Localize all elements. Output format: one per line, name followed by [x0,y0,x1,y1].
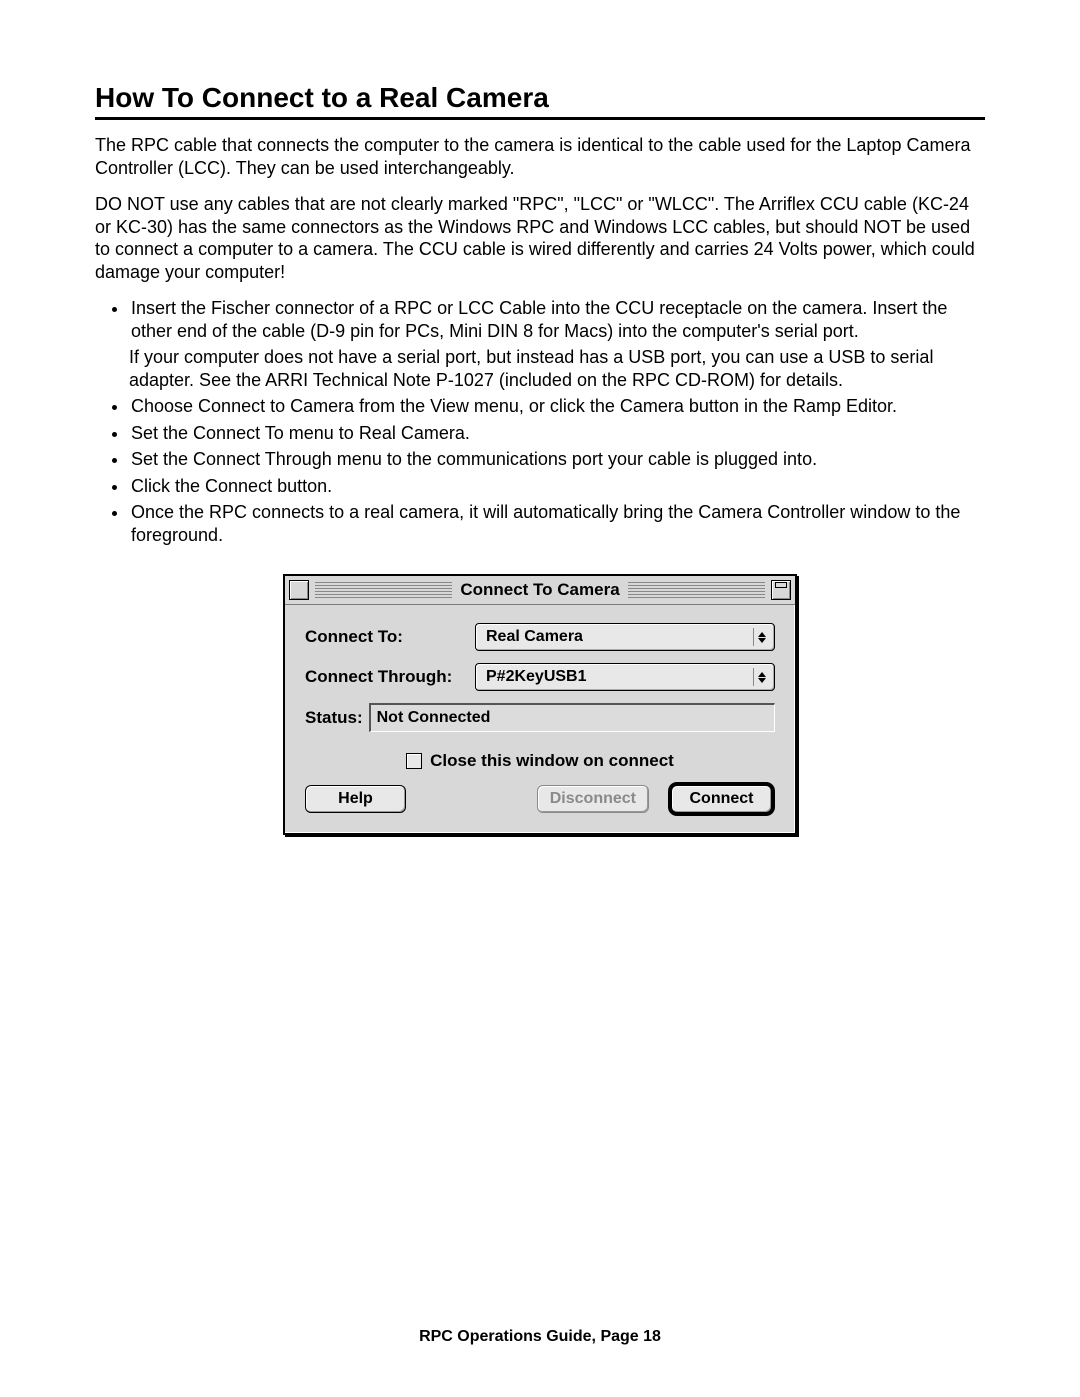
intro-paragraph-1: The RPC cable that connects the computer… [95,134,985,179]
connect-through-label: Connect Through: [305,666,475,687]
connect-to-label: Connect To: [305,626,475,647]
list-item: If your computer does not have a serial … [113,346,985,391]
list-item: Set the Connect Through menu to the comm… [129,448,985,471]
list-item: Once the RPC connects to a real camera, … [129,501,985,546]
connect-through-popup[interactable]: P#2KeyUSB1 [475,663,775,691]
instruction-list: Insert the Fischer connector of a RPC or… [95,297,985,546]
updown-icon [753,628,770,646]
disconnect-button: Disconnect [537,785,649,813]
help-button[interactable]: Help [305,785,406,813]
close-icon[interactable] [289,580,309,600]
close-on-connect-label: Close this window on connect [430,750,674,771]
connect-button[interactable]: Connect [671,785,772,813]
page-footer: RPC Operations Guide, Page 18 [0,1327,1080,1347]
list-item: Choose Connect to Camera from the View m… [129,395,985,418]
updown-icon [753,668,770,686]
intro-paragraph-2: DO NOT use any cables that are not clear… [95,193,985,283]
connect-to-popup[interactable]: Real Camera [475,623,775,651]
list-item: Set the Connect To menu to Real Camera. [129,422,985,445]
titlebar-stripes: Connect To Camera [315,582,765,598]
dialog-title: Connect To Camera [452,579,627,600]
page-title: How To Connect to a Real Camera [95,80,985,120]
connect-through-value: P#2KeyUSB1 [486,667,587,687]
status-field: Not Connected [369,703,775,732]
connect-to-camera-dialog: Connect To Camera Connect To: Real Camer… [283,574,797,835]
list-item: Insert the Fischer connector of a RPC or… [129,297,985,342]
titlebar[interactable]: Connect To Camera [285,576,795,605]
close-on-connect-checkbox[interactable] [406,753,422,769]
connect-to-value: Real Camera [486,627,583,647]
status-label: Status: [305,707,363,728]
list-item: Click the Connect button. [129,475,985,498]
collapse-icon[interactable] [771,580,791,600]
